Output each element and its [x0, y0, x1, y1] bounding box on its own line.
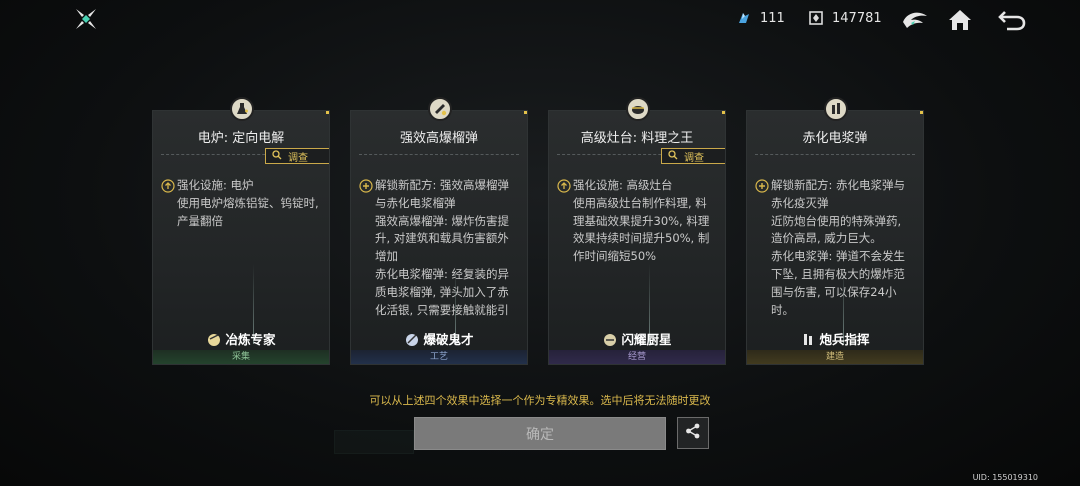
category-label: 建造 — [747, 350, 923, 364]
perk-badge-icon — [800, 331, 816, 347]
game-logo-icon[interactable] — [74, 7, 98, 31]
perk-title: 爆破鬼才 — [351, 329, 527, 348]
card-title: 赤化电浆弹 — [802, 131, 868, 146]
cooking-pot-icon — [626, 97, 650, 121]
magnifier-icon — [272, 149, 282, 163]
card-title: 高级灶台: 料理之王 — [580, 131, 694, 146]
card-description: 解锁新配方: 强效高爆榴弹与赤化电浆榴弹 强效高爆榴弹: 爆炸伤害提升, 对建筑… — [359, 177, 517, 321]
share-icon — [684, 422, 702, 444]
corner-marker — [722, 111, 725, 114]
flask-upgrade-icon — [230, 97, 254, 121]
perk-badge-icon — [602, 331, 618, 347]
investigate-label: 调查 — [684, 152, 704, 164]
card-title: 强效高爆榴弹 — [399, 131, 478, 146]
perk-title: 冶炼专家 — [153, 329, 329, 348]
plus-icon — [755, 179, 769, 193]
perk-name: 闪耀厨星 — [621, 332, 672, 347]
description-text: 解锁新配方: 强效高爆榴弹与赤化电浆榴弹 强效高爆榴弹: 爆炸伤害提升, 对建筑… — [375, 178, 510, 321]
resource-1-value: 111 — [760, 10, 785, 26]
arrow-up-icon — [557, 179, 571, 193]
perk-name: 爆破鬼才 — [423, 332, 474, 347]
specialization-card-electric-furnace[interactable]: 电炉: 定向电解 调查 强化设施: 电炉 使用电炉熔炼铝锭、钨锭时, 产量翻倍 … — [152, 97, 330, 365]
investigate-button[interactable]: 调查 — [661, 148, 725, 164]
card-description: 解锁新配方: 赤化电浆弹与赤化疫灭弹 近防炮台使用的特殊弹药, 造价高昂, 威力… — [755, 177, 913, 321]
home-icon[interactable] — [946, 6, 974, 34]
resource-2-value: 147781 — [832, 10, 882, 26]
perk-title: 闪耀厨星 — [549, 329, 725, 348]
ammo-shells-icon — [824, 97, 848, 121]
card-description: 强化设施: 电炉 使用电炉熔炼铝锭、钨锭时, 产量翻倍 — [161, 177, 319, 321]
resource-counter-1[interactable]: 111 — [736, 10, 785, 26]
specialization-card-grenade[interactable]: 强效高爆榴弹 解锁新配方: 强效高爆榴弹与赤化电浆榴弹 强效高爆榴弹: 爆炸伤害… — [350, 97, 528, 365]
category-label: 采集 — [153, 350, 329, 364]
arrow-up-icon — [161, 179, 175, 193]
card-title: 电炉: 定向电解 — [197, 131, 285, 146]
divider — [755, 154, 915, 155]
faction-emblem-icon[interactable] — [901, 6, 929, 34]
perk-name: 炮兵指挥 — [819, 332, 870, 347]
grenade-recipe-icon — [428, 97, 452, 121]
crystal-icon — [736, 10, 752, 26]
share-button[interactable] — [677, 417, 709, 449]
perk-title: 炮兵指挥 — [747, 329, 923, 348]
plus-icon — [359, 179, 373, 193]
user-id: UID: 155019310 — [972, 473, 1038, 482]
specialization-card-plasma-shell[interactable]: 赤化电浆弹 解锁新配方: 赤化电浆弹与赤化疫灭弹 近防炮台使用的特殊弹药, 造价… — [746, 97, 924, 365]
perk-badge-icon — [206, 331, 222, 347]
description-text: 强化设施: 高级灶台 使用高级灶台制作料理, 料理基础效果提升30%, 料理效果… — [573, 178, 710, 264]
description-text: 解锁新配方: 赤化电浆弹与赤化疫灭弹 近防炮台使用的特殊弹药, 造价高昂, 威力… — [771, 178, 906, 321]
corner-marker — [524, 111, 527, 114]
selection-hint: 可以从上述四个效果中选择一个作为专精效果。选中后将无法随时更改 — [369, 394, 711, 407]
confirm-button[interactable]: 确定 — [414, 417, 666, 450]
investigate-button[interactable]: 调查 — [265, 148, 329, 164]
resource-counter-2[interactable]: 147781 — [808, 10, 882, 26]
corner-marker — [920, 111, 923, 114]
category-label: 工艺 — [351, 350, 527, 364]
magnifier-icon — [668, 149, 678, 163]
perk-name: 冶炼专家 — [225, 332, 276, 347]
divider — [359, 154, 519, 155]
back-arrow-icon[interactable] — [997, 6, 1026, 34]
perk-badge-icon — [404, 331, 420, 347]
description-text: 强化设施: 电炉 使用电炉熔炼铝锭、钨锭时, 产量翻倍 — [177, 178, 319, 228]
card-description: 强化设施: 高级灶台 使用高级灶台制作料理, 料理基础效果提升30%, 料理效果… — [557, 177, 715, 321]
corner-marker — [326, 111, 329, 114]
category-label: 经营 — [549, 350, 725, 364]
token-icon — [808, 10, 824, 26]
specialization-card-stove[interactable]: 高级灶台: 料理之王 调查 强化设施: 高级灶台 使用高级灶台制作料理, 料理基… — [548, 97, 726, 365]
investigate-label: 调查 — [288, 152, 308, 164]
background-glow — [334, 430, 414, 454]
top-bar: 111 147781 — [0, 0, 1080, 40]
